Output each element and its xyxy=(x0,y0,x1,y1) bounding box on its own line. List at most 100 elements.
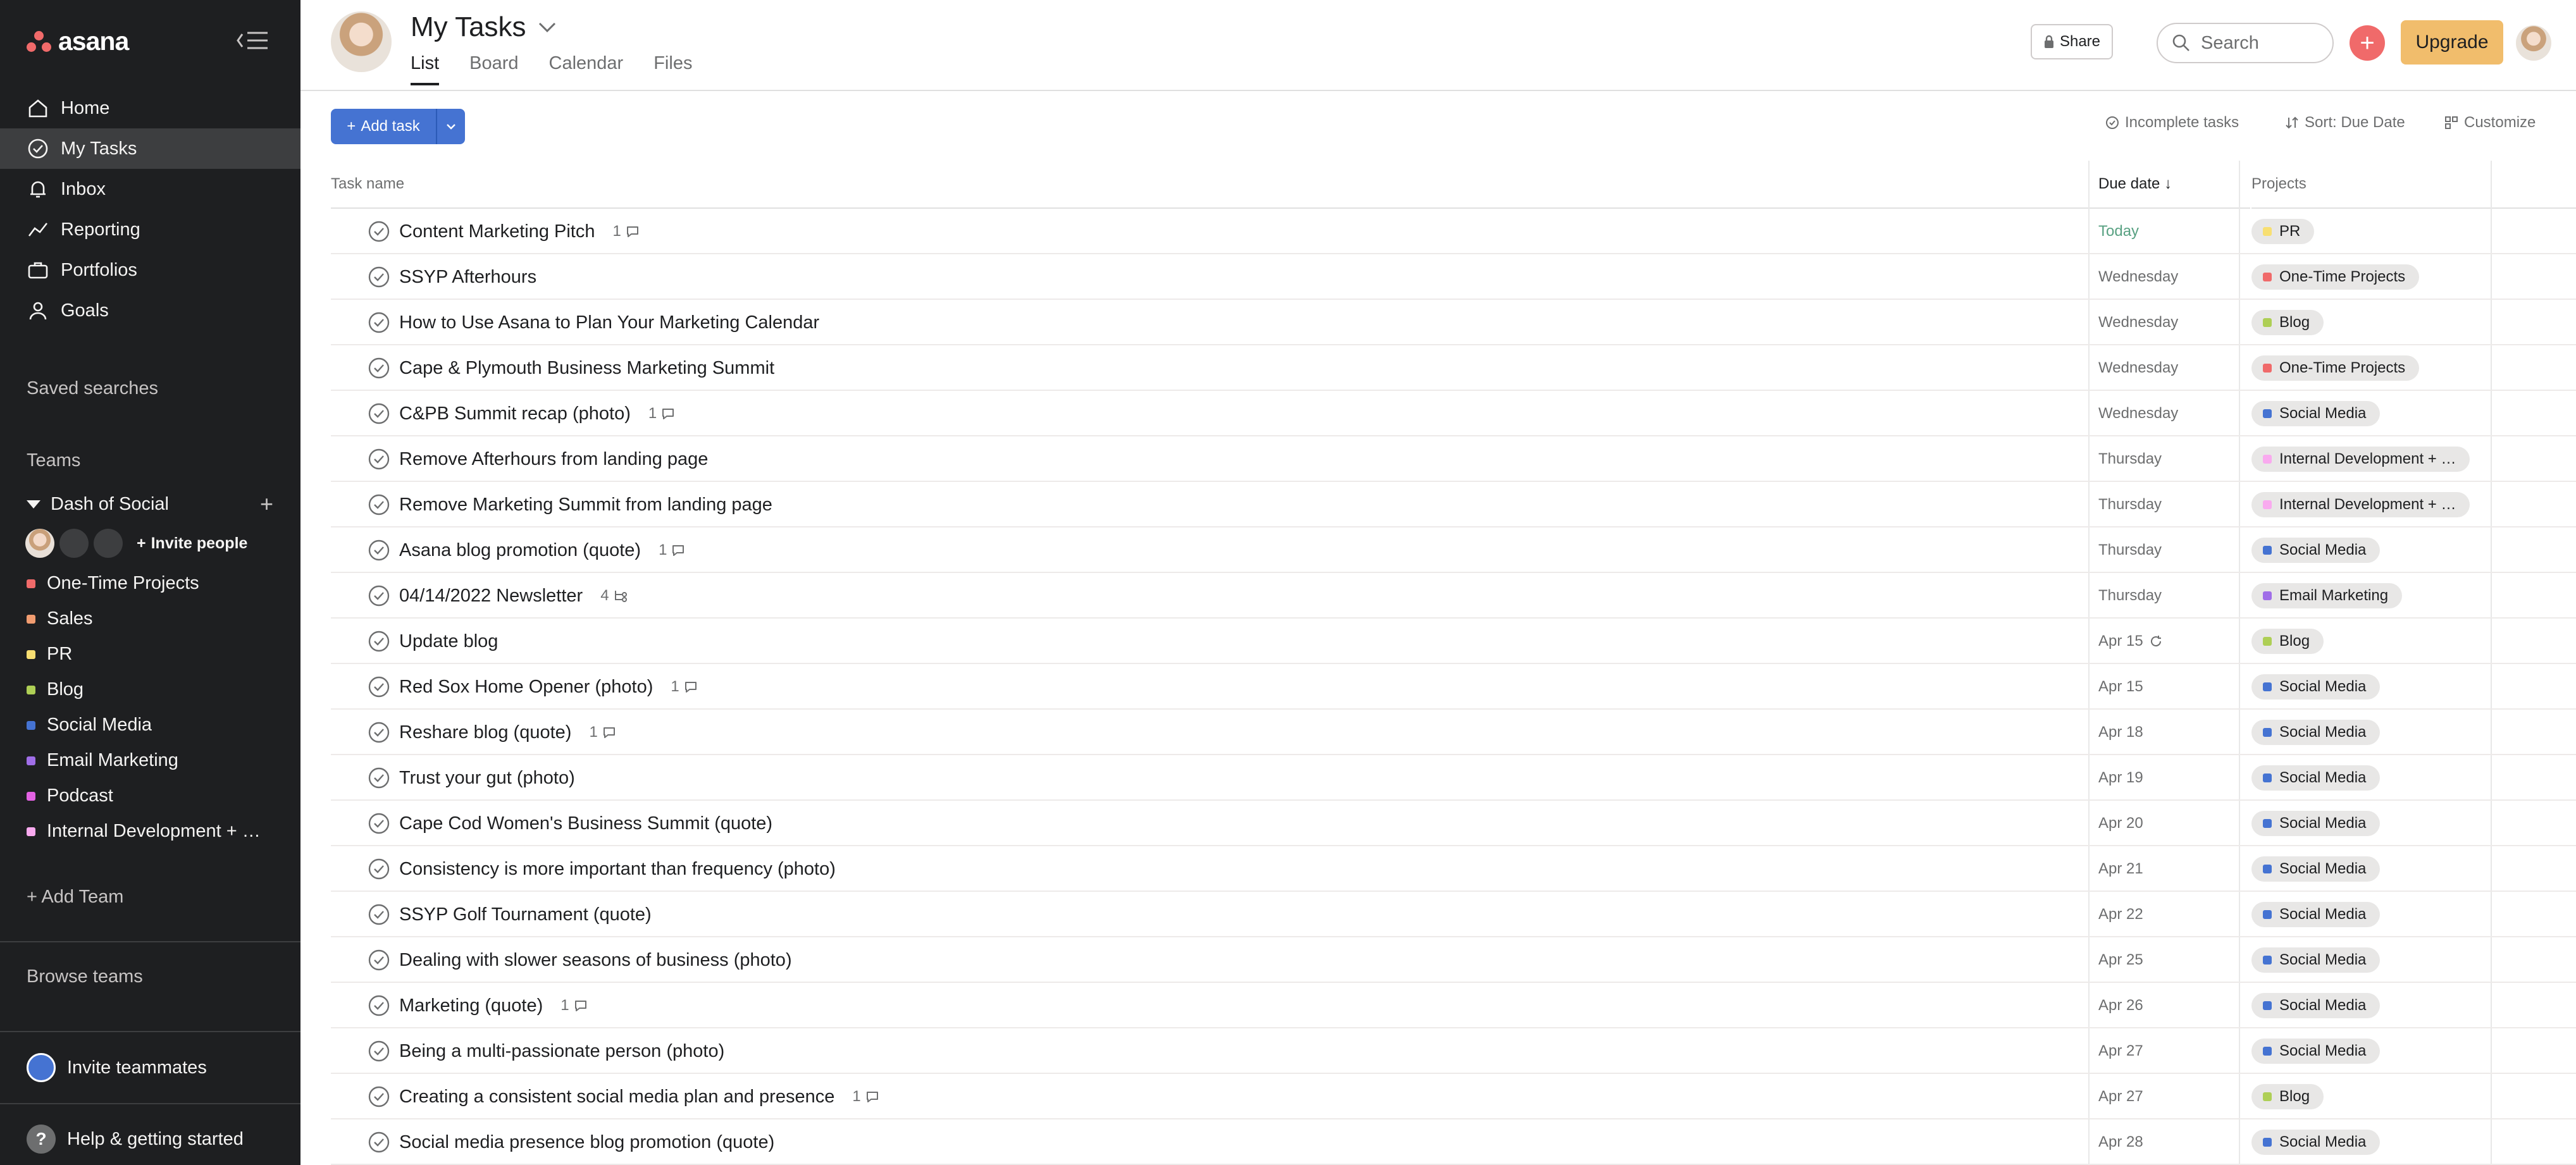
sidebar-project-pr[interactable]: PR xyxy=(27,644,280,665)
task-due-date[interactable]: Apr 21 xyxy=(2098,846,2143,892)
project-tag[interactable]: Social Media xyxy=(2251,674,2381,700)
task-name[interactable]: Cape Cod Women's Business Summit (quote) xyxy=(399,801,772,846)
table-row[interactable]: Marketing (quote) 1 Apr 26 Social Media xyxy=(331,983,2576,1028)
task-name[interactable]: 04/14/2022 Newsletter 4 xyxy=(399,573,629,619)
search-input[interactable]: Search xyxy=(2157,23,2334,63)
tab-calendar[interactable]: Calendar xyxy=(549,53,624,85)
sidebar-project-podcast[interactable]: Podcast xyxy=(27,786,280,806)
task-due-date[interactable]: Apr 18 xyxy=(2098,710,2143,755)
task-meta[interactable]: 1 xyxy=(852,1088,879,1106)
task-due-date[interactable]: Wednesday xyxy=(2098,391,2178,436)
complete-task-icon[interactable] xyxy=(368,357,390,379)
project-tag[interactable]: Blog xyxy=(2251,629,2324,654)
chevron-down-icon[interactable] xyxy=(538,22,557,33)
task-due-date[interactable]: Wednesday xyxy=(2098,345,2178,391)
sidebar-project-email-marketing[interactable]: Email Marketing xyxy=(27,750,280,771)
task-name[interactable]: Asana blog promotion (quote) 1 xyxy=(399,527,686,573)
task-name[interactable]: SSYP Golf Tournament (quote) xyxy=(399,892,652,937)
table-row[interactable]: Asana blog promotion (quote) 1 Thursday Soc… xyxy=(331,527,2576,573)
task-name[interactable]: Content Marketing Pitch 1 xyxy=(399,209,640,254)
table-row[interactable]: Trust your gut (photo) Apr 19 Social Media xyxy=(331,755,2576,801)
add-task-button[interactable]: + Add task xyxy=(331,109,436,144)
task-name[interactable]: C&PB Summit recap (photo) 1 xyxy=(399,391,676,436)
sidebar-project-internal-development[interactable]: Internal Development + … xyxy=(27,821,280,842)
page-title[interactable]: My Tasks xyxy=(411,11,557,43)
project-tag[interactable]: Email Marketing xyxy=(2251,583,2403,608)
complete-task-icon[interactable] xyxy=(368,994,390,1017)
task-due-date[interactable]: Wednesday xyxy=(2098,300,2178,345)
complete-task-icon[interactable] xyxy=(368,903,390,926)
project-tag[interactable]: Social Media xyxy=(2251,401,2381,426)
share-button[interactable]: Share xyxy=(2031,24,2113,59)
table-row[interactable]: Red Sox Home Opener (photo) 1 Apr 15 Social… xyxy=(331,664,2576,710)
project-tag[interactable]: Internal Development + … xyxy=(2251,492,2470,517)
team-dash-of-social[interactable]: Dash of Social + xyxy=(27,491,273,517)
quick-add-button[interactable]: + xyxy=(2350,25,2385,61)
avatar[interactable] xyxy=(94,529,123,558)
task-due-date[interactable]: Apr 27 xyxy=(2098,1028,2143,1074)
upgrade-button[interactable]: Upgrade xyxy=(2401,20,2503,65)
table-row[interactable]: How to Use Asana to Plan Your Marketing … xyxy=(331,300,2576,345)
task-name[interactable]: How to Use Asana to Plan Your Marketing … xyxy=(399,300,819,345)
nav-goals[interactable]: Goals xyxy=(0,290,300,331)
column-header-projects[interactable]: Projects xyxy=(2251,161,2505,209)
task-name[interactable]: Trust your gut (photo) xyxy=(399,755,575,801)
teams-heading[interactable]: Teams xyxy=(27,450,80,471)
complete-task-icon[interactable] xyxy=(368,721,390,744)
complete-task-icon[interactable] xyxy=(368,402,390,425)
sidebar-project-sales[interactable]: Sales xyxy=(27,608,280,629)
column-header-extra[interactable] xyxy=(2491,161,2576,209)
help-button[interactable]: ? Help & getting started xyxy=(27,1125,244,1154)
complete-task-icon[interactable] xyxy=(368,1085,390,1108)
complete-task-icon[interactable] xyxy=(368,812,390,835)
table-row[interactable]: 04/14/2022 Newsletter 4 Thursday Email Mark… xyxy=(331,573,2576,619)
task-name[interactable]: Dealing with slower seasons of business … xyxy=(399,937,792,983)
task-due-date[interactable]: Wednesday xyxy=(2098,254,2178,300)
add-task-dropdown[interactable] xyxy=(436,109,465,144)
incomplete-tasks-filter[interactable]: Incomplete tasks xyxy=(2105,114,2239,132)
table-row[interactable]: C&PB Summit recap (photo) 1 Wednesday Socia… xyxy=(331,391,2576,436)
complete-task-icon[interactable] xyxy=(368,675,390,698)
project-tag[interactable]: PR xyxy=(2251,219,2315,244)
add-project-icon[interactable]: + xyxy=(260,491,273,517)
sidebar-project-blog[interactable]: Blog xyxy=(27,679,280,700)
complete-task-icon[interactable] xyxy=(368,220,390,243)
avatar[interactable] xyxy=(331,11,392,72)
complete-task-icon[interactable] xyxy=(368,311,390,334)
tab-board[interactable]: Board xyxy=(469,53,518,85)
task-meta[interactable]: 1 xyxy=(648,405,676,422)
table-row[interactable]: Reshare blog (quote) 1 Apr 18 Social Media xyxy=(331,710,2576,755)
project-tag[interactable]: One-Time Projects xyxy=(2251,264,2420,290)
project-tag[interactable]: Internal Development + … xyxy=(2251,447,2470,472)
complete-task-icon[interactable] xyxy=(368,266,390,288)
table-row[interactable]: SSYP Afterhours Wednesday One-Time Project… xyxy=(331,254,2576,300)
table-row[interactable]: Remove Marketing Summit from landing pag… xyxy=(331,482,2576,527)
complete-task-icon[interactable] xyxy=(368,448,390,471)
project-tag[interactable]: Social Media xyxy=(2251,765,2381,791)
task-due-date[interactable]: Apr 27 xyxy=(2098,1074,2143,1119)
task-due-date[interactable]: Apr 26 xyxy=(2098,983,2143,1028)
complete-task-icon[interactable] xyxy=(368,630,390,653)
table-row[interactable]: Cape & Plymouth Business Marketing Summi… xyxy=(331,345,2576,391)
complete-task-icon[interactable] xyxy=(368,949,390,971)
complete-task-icon[interactable] xyxy=(368,584,390,607)
task-due-date[interactable]: Apr 25 xyxy=(2098,937,2143,983)
task-name[interactable]: Reshare blog (quote) 1 xyxy=(399,710,617,755)
task-name[interactable]: Social media presence blog promotion (qu… xyxy=(399,1119,774,1165)
project-tag[interactable]: Social Media xyxy=(2251,993,2381,1018)
saved-searches-heading[interactable]: Saved searches xyxy=(27,378,158,399)
table-row[interactable]: Cape Cod Women's Business Summit (quote)… xyxy=(331,801,2576,846)
complete-task-icon[interactable] xyxy=(368,539,390,562)
sidebar-project-social-media[interactable]: Social Media xyxy=(27,715,280,736)
table-row[interactable]: Content Marketing Pitch 1 Today PR xyxy=(331,209,2576,254)
nav-inbox[interactable]: Inbox xyxy=(0,169,300,209)
task-name[interactable]: Remove Marketing Summit from landing pag… xyxy=(399,482,772,527)
task-name[interactable]: Creating a consistent social media plan … xyxy=(399,1074,880,1119)
task-due-date[interactable]: Apr 15 xyxy=(2098,619,2164,664)
task-due-date[interactable]: Thursday xyxy=(2098,482,2162,527)
task-due-date[interactable]: Thursday xyxy=(2098,527,2162,573)
task-name[interactable]: Cape & Plymouth Business Marketing Summi… xyxy=(399,345,774,391)
invite-teammates-button[interactable]: Invite teammates xyxy=(27,1053,207,1082)
project-tag[interactable]: Social Media xyxy=(2251,947,2381,973)
customize-button[interactable]: Customize xyxy=(2444,114,2536,132)
